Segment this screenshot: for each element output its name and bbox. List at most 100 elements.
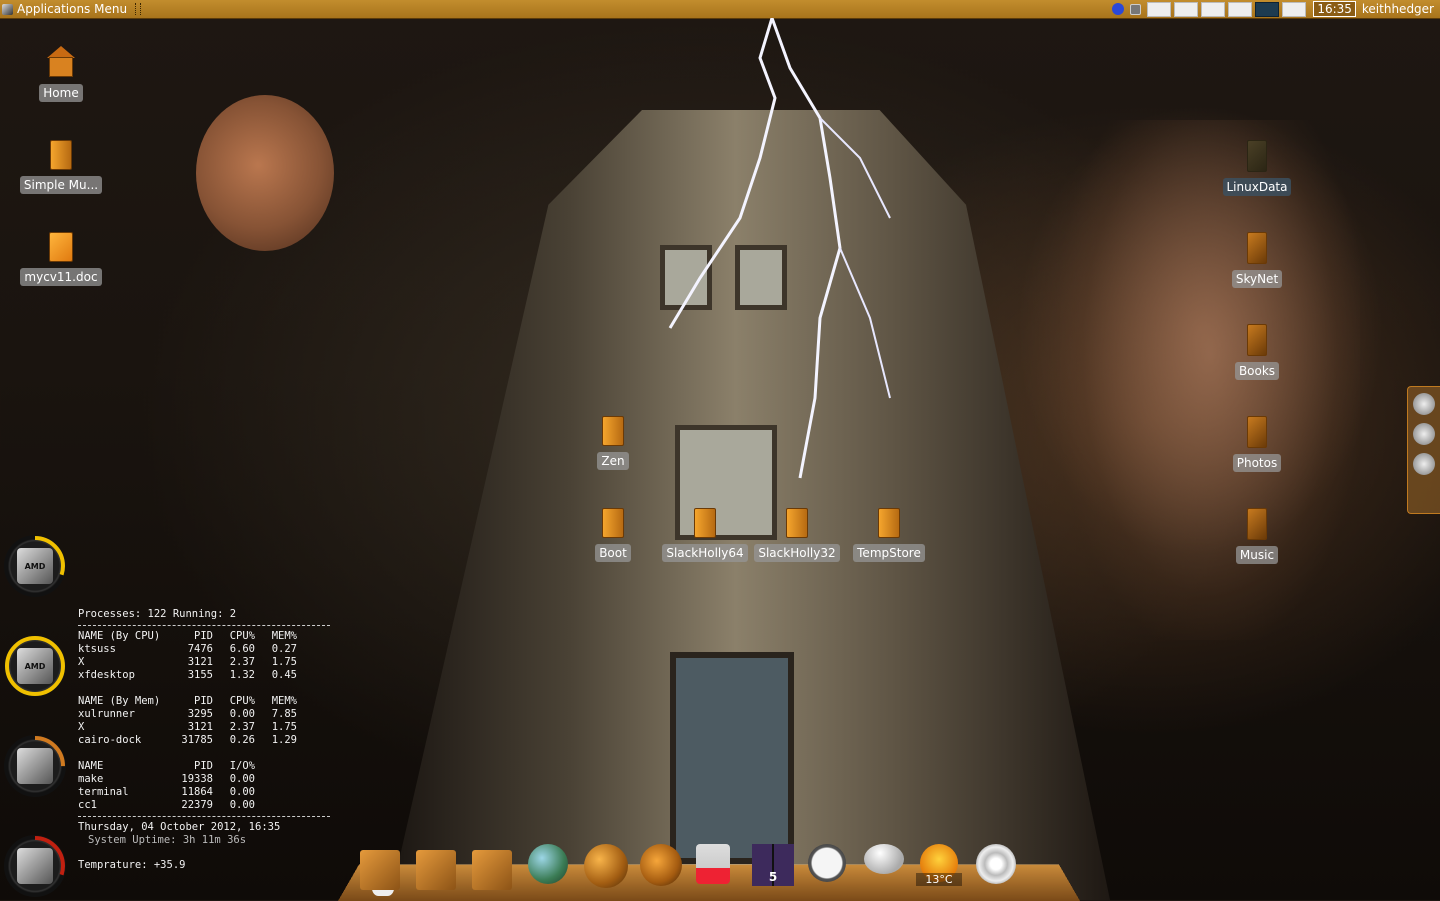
cell: X bbox=[78, 721, 85, 733]
clock-icon[interactable] bbox=[1413, 423, 1435, 445]
cell: 19338 bbox=[181, 773, 213, 785]
xfce-logo-icon bbox=[2, 3, 13, 15]
workspace-3[interactable] bbox=[1201, 1, 1226, 17]
cell: 0.00 bbox=[229, 799, 255, 811]
col-cpu: CPU% bbox=[229, 695, 255, 707]
cell: X bbox=[78, 656, 85, 668]
desktop-icon-label: SlackHolly64 bbox=[662, 544, 748, 562]
system-tray: 16:35 keithhedger bbox=[1112, 0, 1440, 18]
cell: 3121 bbox=[187, 721, 213, 733]
cell: xfdesktop bbox=[78, 669, 135, 681]
panel-clock[interactable]: 16:35 bbox=[1313, 1, 1356, 17]
side-dock bbox=[1407, 386, 1440, 514]
face-wallpaper bbox=[1060, 120, 1360, 640]
desktop-icon-music[interactable]: Music bbox=[1212, 508, 1302, 564]
col-io: I/O% bbox=[229, 760, 255, 772]
table-row: xulrunner 3295 0.00 7.85 bbox=[78, 708, 330, 721]
cell: 2.37 bbox=[229, 656, 255, 668]
globe-icon bbox=[528, 844, 568, 884]
applications-menu-label: Applications Menu bbox=[17, 2, 128, 16]
workspace-2[interactable] bbox=[1174, 1, 1199, 17]
cell: 3295 bbox=[187, 708, 213, 720]
workspace-4[interactable] bbox=[1228, 1, 1253, 17]
desktop-icon-photos[interactable]: Photos bbox=[1212, 416, 1302, 472]
workspace-6[interactable] bbox=[1282, 1, 1307, 17]
desktop-icon-label: Music bbox=[1235, 546, 1279, 564]
desktop-icon-simple-mu[interactable]: Simple Mu... bbox=[16, 140, 106, 194]
desktop-icon-books[interactable]: Books bbox=[1212, 324, 1302, 380]
drive-icon bbox=[602, 416, 624, 446]
desktop-icon-boot[interactable]: Boot bbox=[568, 508, 658, 562]
drive-icon bbox=[878, 508, 900, 538]
desktop-icon-label: SlackHolly32 bbox=[754, 544, 840, 562]
applications-menu-button[interactable]: Applications Menu bbox=[2, 1, 142, 17]
cell: terminal bbox=[78, 786, 129, 798]
desktop-icon-linuxdata[interactable]: LinuxData bbox=[1212, 140, 1302, 196]
dock-volume[interactable] bbox=[864, 844, 910, 890]
cell: 1.75 bbox=[271, 721, 297, 733]
user-name[interactable]: keithhedger bbox=[1362, 2, 1434, 16]
desktop-icon-slackholly32[interactable]: SlackHolly32 bbox=[752, 508, 842, 562]
lightning-wallpaper bbox=[668, 18, 891, 479]
joystick-icon bbox=[696, 844, 730, 884]
cpu-table: NAME (By CPU) PID CPU% MEM% ktsuss 7476 6.… bbox=[78, 630, 330, 682]
table-row: cairo-dock 31785 0.26 1.29 bbox=[78, 734, 330, 747]
cell: 1.32 bbox=[229, 669, 255, 681]
table-row: xfdesktop 3155 1.32 0.45 bbox=[78, 669, 330, 682]
cell: cc1 bbox=[78, 799, 97, 811]
conky-monitor: Processes: 122 Running: 2 NAME (By CPU) … bbox=[78, 608, 330, 872]
drive-icon bbox=[786, 508, 808, 538]
desktop-icon-zen[interactable]: Zen bbox=[568, 416, 658, 470]
document-icon bbox=[49, 232, 73, 262]
usb-drive-icon bbox=[1247, 140, 1267, 172]
dock-workspace-switcher[interactable]: 5 bbox=[752, 844, 798, 890]
col-pid: PID bbox=[194, 630, 213, 642]
dock-cd-player[interactable] bbox=[976, 844, 1022, 890]
dock-games[interactable] bbox=[696, 844, 742, 890]
desktop-icon-label: Zen bbox=[597, 452, 629, 470]
table-header: NAME PID I/O% bbox=[78, 760, 330, 773]
desktop-icon-label: Books bbox=[1234, 362, 1280, 380]
drive-icon bbox=[694, 508, 716, 538]
dock-network-browser[interactable] bbox=[528, 844, 574, 890]
settings-icon[interactable] bbox=[1413, 393, 1435, 415]
dock-firefox[interactable] bbox=[640, 844, 686, 890]
cell: 0.00 bbox=[229, 773, 255, 785]
sun-icon: 13°C bbox=[916, 844, 962, 886]
table-header: NAME (By Mem) PID CPU% MEM% bbox=[78, 695, 330, 708]
cell: cairo-dock bbox=[78, 734, 142, 746]
cell: 22379 bbox=[181, 799, 213, 811]
workspace-1[interactable] bbox=[1147, 1, 1172, 17]
cell: 0.00 bbox=[229, 786, 255, 798]
panel-handle[interactable] bbox=[135, 3, 142, 15]
dock-folder-2[interactable] bbox=[416, 844, 462, 890]
amd-chip-icon: AMD bbox=[17, 548, 53, 584]
desktop-icon-skynet[interactable]: SkyNet bbox=[1212, 232, 1302, 288]
volume-icon[interactable] bbox=[1413, 453, 1435, 475]
desktop-icon-mycv[interactable]: mycv11.doc bbox=[16, 232, 106, 286]
col-pid: PID bbox=[194, 760, 213, 772]
network-icon[interactable] bbox=[1112, 3, 1125, 15]
weather-temperature: 13°C bbox=[916, 873, 962, 886]
window-icon[interactable] bbox=[1130, 3, 1142, 15]
hourglass-icon bbox=[17, 848, 53, 884]
col-mem: MEM% bbox=[271, 630, 297, 642]
divider bbox=[78, 816, 330, 817]
desktop-icon-home[interactable]: Home bbox=[16, 46, 106, 102]
drive-icon bbox=[602, 508, 624, 538]
table-row: cc1 22379 0.00 bbox=[78, 799, 330, 812]
desktop-icon-tempstore[interactable]: TempStore bbox=[844, 508, 934, 562]
dock-weather[interactable]: 13°C bbox=[916, 844, 966, 890]
dock-folder-3[interactable] bbox=[472, 844, 518, 890]
cd-icon bbox=[976, 844, 1016, 884]
clock-icon bbox=[808, 844, 846, 882]
workspace-5[interactable] bbox=[1255, 1, 1280, 17]
cell: 1.75 bbox=[271, 656, 297, 668]
folder-icon bbox=[472, 850, 512, 890]
temperature-readout: Temprature: +35.9 bbox=[78, 859, 186, 871]
col-name: NAME (By Mem) bbox=[78, 695, 161, 707]
dock-web-browser[interactable] bbox=[584, 844, 630, 890]
desktop-icon-slackholly64[interactable]: SlackHolly64 bbox=[660, 508, 750, 562]
dock-folder-1[interactable] bbox=[360, 844, 406, 890]
dock-clock[interactable] bbox=[808, 844, 854, 890]
